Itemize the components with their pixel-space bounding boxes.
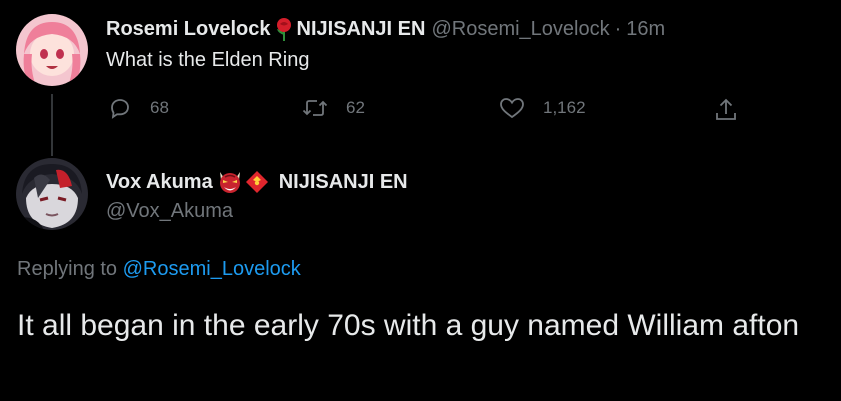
red-envelope-icon: [245, 170, 271, 194]
retweet-button[interactable]: 62: [302, 96, 365, 120]
separator-dot: ·: [614, 17, 622, 40]
like-icon: [500, 98, 524, 119]
parent-tweet-text: What is the Elden Ring: [106, 49, 310, 71]
main-handle[interactable]: @Vox_Akuma: [106, 200, 233, 223]
share-button[interactable]: [713, 97, 757, 123]
avatar-rosemi[interactable]: [16, 14, 88, 86]
main-display-name[interactable]: Vox Akuma: [106, 171, 213, 194]
reply-count: 68: [150, 98, 169, 117]
avatar-vox[interactable]: [16, 158, 88, 230]
share-icon: [716, 98, 736, 120]
replying-prefix: Replying to: [17, 258, 118, 280]
main-tweet-header: Vox Akuma NIJISANJI EN: [106, 170, 408, 194]
like-count: 1,162: [543, 98, 586, 117]
replying-to-mention[interactable]: @Rosemi_Lovelock: [123, 258, 301, 280]
reply-button[interactable]: 68: [108, 96, 169, 120]
thread-connector-line: [51, 94, 53, 156]
parent-tweet-header: Rosemi Lovelock NIJISANJI EN @Rosemi_Lov…: [106, 17, 665, 41]
parent-handle[interactable]: @Rosemi_Lovelock: [431, 18, 609, 41]
reply-icon: [111, 99, 129, 119]
parent-display-name[interactable]: Rosemi Lovelock: [106, 18, 271, 41]
parent-affiliation: NIJISANJI EN: [296, 17, 426, 40]
retweet-count: 62: [346, 98, 365, 117]
retweet-icon: [302, 100, 328, 116]
like-button[interactable]: 1,162: [499, 96, 586, 120]
main-tweet-text: It all began in the early 70s with a guy…: [17, 309, 800, 342]
rose-icon: [273, 17, 295, 41]
replying-to-line: Replying to @Rosemi_Lovelock: [17, 258, 301, 281]
main-affiliation: NIJISANJI EN: [278, 170, 408, 193]
parent-timestamp[interactable]: 16m: [626, 18, 665, 41]
oni-mask-icon: [217, 170, 243, 194]
